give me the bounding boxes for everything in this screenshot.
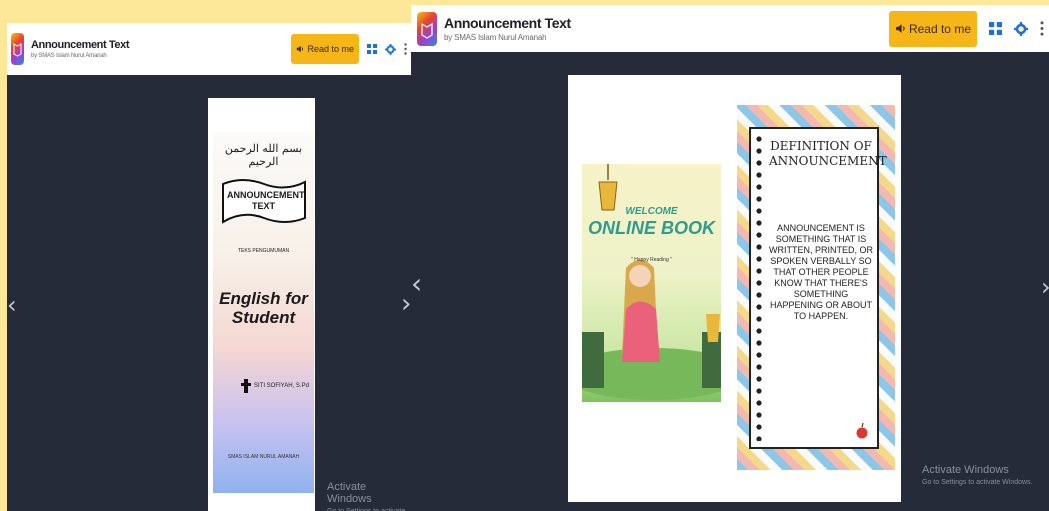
welcome-page: WELCOME ONLINE BOOK " Happy Reading " bbox=[568, 75, 735, 502]
definition-page: DEFINITION OF ANNOUNCEMENT ANNOUNCEMENT … bbox=[735, 75, 901, 502]
cover-banner-text: ANNOUNCEMENT TEXT bbox=[227, 190, 305, 211]
next-page-arrow[interactable]: › bbox=[1041, 273, 1049, 301]
welcome-illustration: WELCOME ONLINE BOOK " Happy Reading " bbox=[582, 164, 721, 402]
windows-watermark: Activate Windows Go to Settings to activ… bbox=[922, 464, 1033, 486]
definition-card: DEFINITION OF ANNOUNCEMENT ANNOUNCEMENT … bbox=[749, 127, 887, 449]
gear-icon[interactable] bbox=[1014, 21, 1028, 36]
notebook-rings bbox=[756, 136, 762, 441]
speaker-icon bbox=[296, 45, 304, 53]
read-to-me-label: Read to me bbox=[307, 44, 354, 54]
definition-title: DEFINITION OF ANNOUNCEMENT bbox=[769, 139, 887, 168]
grid-icon[interactable] bbox=[367, 44, 377, 54]
definition-body: ANNOUNCEMENT IS SOMETHING THAT IS WRITTE… bbox=[769, 223, 873, 321]
more-vertical-icon[interactable] bbox=[404, 43, 407, 55]
speaker-icon bbox=[895, 23, 906, 34]
cover-grade-label: TEKS PENGUMUMAN bbox=[237, 248, 290, 254]
app-logo bbox=[11, 33, 24, 65]
next-page-arrow[interactable]: › bbox=[401, 289, 411, 319]
app-logo bbox=[417, 11, 437, 46]
pen-icon bbox=[241, 379, 251, 393]
cover-background: بسم الله الرحمن الرحيم ANNOUNCEMENT TEXT… bbox=[213, 132, 314, 493]
cover-heading: English for Student bbox=[219, 289, 308, 327]
welcome-line-2: ONLINE BOOK bbox=[587, 218, 715, 238]
viewer-panel-left: Announcement Text by SMAS Islam Nurul Am… bbox=[7, 23, 411, 511]
cover-author: SITI SOFIYAH, S.Pd bbox=[254, 383, 309, 389]
watermark-title: Activate Windows bbox=[327, 481, 372, 505]
welcome-tagline: " Happy Reading " bbox=[631, 257, 672, 263]
viewer-header: Announcement Text by SMAS Islam Nurul Am… bbox=[411, 5, 1049, 52]
read-to-me-button[interactable]: Read to me bbox=[291, 34, 359, 64]
read-to-me-button[interactable]: Read to me bbox=[888, 10, 977, 47]
cover-school: SMAS ISLAM NURUL AMANAH bbox=[227, 454, 300, 460]
bismillah-calligraphy: بسم الله الرحمن الرحيم bbox=[224, 142, 303, 168]
watermark-subtitle: Go to Settings to activate Windows. bbox=[922, 479, 1033, 486]
more-vertical-icon[interactable] bbox=[1040, 21, 1044, 36]
welcome-line-1: WELCOME bbox=[625, 206, 678, 217]
apple-icon bbox=[856, 423, 868, 439]
book-title: Announcement Text bbox=[31, 39, 130, 51]
book-author: by SMAS Islam Nurul Amanah bbox=[444, 33, 547, 42]
cover-page: بسم الله الرحمن الرحيم ANNOUNCEMENT TEXT… bbox=[208, 98, 315, 511]
book-title: Announcement Text bbox=[444, 15, 571, 31]
prev-page-arrow[interactable]: ‹ bbox=[7, 291, 17, 319]
gear-icon[interactable] bbox=[385, 43, 396, 55]
grid-icon[interactable] bbox=[989, 22, 1002, 35]
viewer-header: Announcement Text by SMAS Islam Nurul Am… bbox=[7, 23, 411, 75]
windows-watermark: Activate Windows Go to Settings to activ… bbox=[327, 481, 411, 511]
watermark-title: Activate Windows bbox=[922, 464, 1009, 476]
prev-page-arrow[interactable]: ‹ bbox=[411, 267, 422, 300]
viewer-panel-right: Announcement Text by SMAS Islam Nurul Am… bbox=[411, 5, 1049, 511]
book-author: by SMAS Islam Nurul Amanah bbox=[31, 53, 107, 59]
read-to-me-label: Read to me bbox=[908, 21, 971, 36]
